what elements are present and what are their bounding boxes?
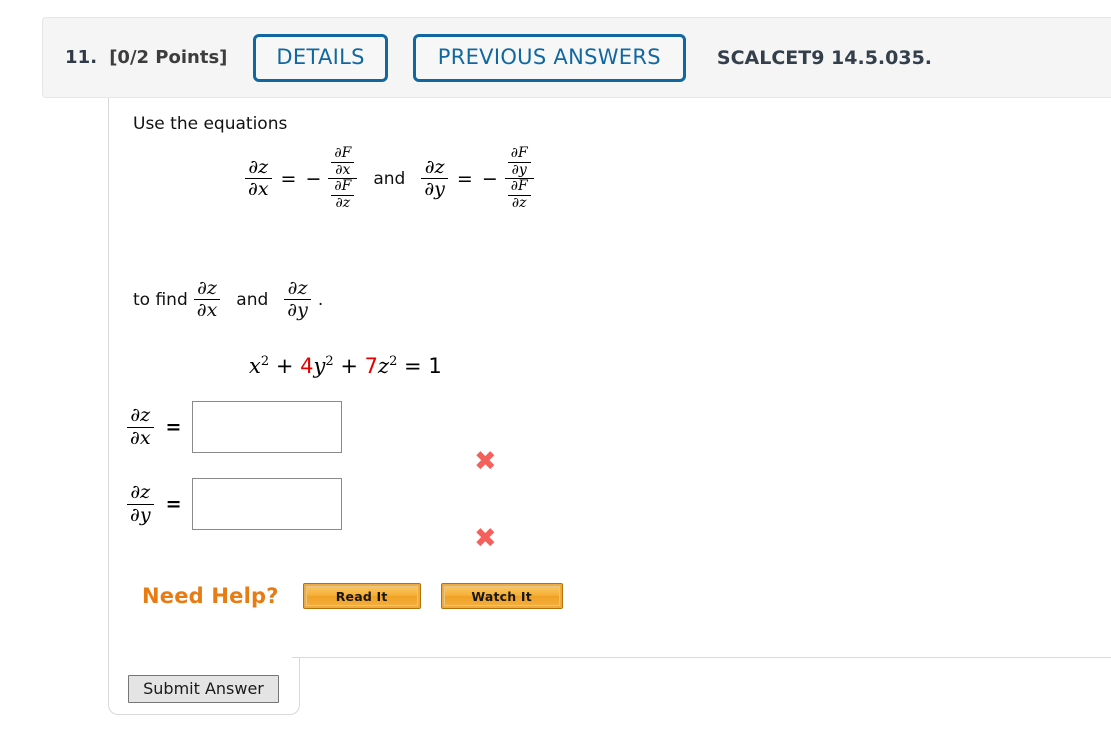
partial-z-partial-x-fraction: ∂z ∂x — [245, 156, 272, 201]
equation-conjunction: and — [373, 168, 406, 189]
answer-input-partial-z-partial-x[interactable] — [192, 401, 343, 453]
surface-term3-var: z — [378, 354, 390, 378]
surface-term1-exponent: 2 — [260, 354, 270, 369]
need-help-section: Need Help? Read It Watch It — [142, 583, 563, 609]
to-find-partial-z-partial-y: ∂z ∂y — [284, 277, 311, 322]
question-header: 11. [0/2 Points] DETAILS PREVIOUS ANSWER… — [42, 17, 1111, 98]
minus-sign-2: − — [481, 167, 498, 190]
instruction-intro: Use the equations — [133, 114, 288, 134]
equals-sign: = — [280, 167, 297, 190]
minus-sign: − — [305, 167, 322, 190]
answer-row-2: ∂z ∂y = — [127, 478, 343, 530]
textbook-reference: SCALCET9 14.5.035. — [716, 46, 933, 69]
to-find-line: to find ∂z ∂x and ∂z ∂y . — [133, 277, 324, 322]
incorrect-mark-icon-2: ✖ — [474, 523, 497, 554]
sentence-period: . — [317, 289, 324, 310]
details-button[interactable]: DETAILS — [253, 33, 388, 82]
surface-equals: = — [404, 354, 422, 378]
watch-it-label: Watch It — [443, 586, 560, 606]
points-badge: [0/2 Points] — [109, 47, 228, 68]
incorrect-mark-icon-1: ✖ — [474, 446, 497, 477]
answer-2-equals: = — [165, 493, 182, 515]
answer-2-label: ∂z ∂y — [127, 481, 154, 526]
surface-term3-coefficient: 7 — [364, 354, 378, 378]
answer-1-label: ∂z ∂x — [127, 404, 154, 449]
answer-1-equals: = — [165, 416, 182, 438]
surface-equation: x2 + 4y2 + 7z2 = 1 — [249, 354, 442, 378]
partial-f-partial-z-fraction-2: ∂F ∂z — [507, 179, 531, 211]
read-it-button[interactable]: Read It — [302, 583, 421, 609]
footer-divider — [292, 657, 1111, 658]
surface-plus-2: + — [340, 354, 358, 378]
partial-z-partial-y-fraction: ∂z ∂y — [421, 156, 448, 201]
surface-term2-var: y — [313, 354, 326, 378]
partial-f-partial-z-fraction: ∂F ∂z — [331, 179, 355, 211]
surface-term2-exponent: 2 — [325, 354, 334, 369]
watch-it-button[interactable]: Watch It — [440, 583, 563, 609]
need-help-label: Need Help? — [142, 584, 279, 608]
previous-answers-button[interactable]: PREVIOUS ANSWERS — [412, 33, 686, 82]
partial-f-ratio-y: ∂F ∂y ∂F ∂z — [504, 145, 534, 212]
surface-rhs: 1 — [428, 354, 442, 378]
surface-term2-coefficient: 4 — [300, 354, 314, 378]
answer-row-1: ∂z ∂x = — [127, 401, 343, 453]
surface-term3-exponent: 2 — [389, 354, 398, 369]
to-find-partial-z-partial-x: ∂z ∂x — [193, 277, 221, 322]
question-body: Use the equations ∂z ∂x = − ∂F ∂x ∂F ∂z … — [108, 98, 1111, 658]
question-number: 11. — [65, 47, 98, 68]
partial-f-partial-y-fraction: ∂F ∂y — [507, 145, 531, 178]
partial-f-partial-x-fraction: ∂F ∂x — [331, 145, 355, 178]
read-it-label: Read It — [305, 586, 418, 606]
equals-sign-2: = — [456, 167, 473, 190]
to-find-prefix: to find — [133, 289, 188, 310]
to-find-conjunction: and — [236, 289, 269, 310]
answer-input-partial-z-partial-y[interactable] — [192, 478, 343, 530]
reference-equations: ∂z ∂x = − ∂F ∂x ∂F ∂z and ∂z ∂y = − ∂F ∂… — [245, 145, 534, 212]
surface-term1-var: x — [249, 354, 261, 378]
partial-f-ratio-x: ∂F ∂x ∂F ∂z — [328, 145, 358, 212]
submit-answer-button[interactable]: Submit Answer — [128, 675, 279, 703]
surface-plus-1: + — [275, 354, 294, 378]
